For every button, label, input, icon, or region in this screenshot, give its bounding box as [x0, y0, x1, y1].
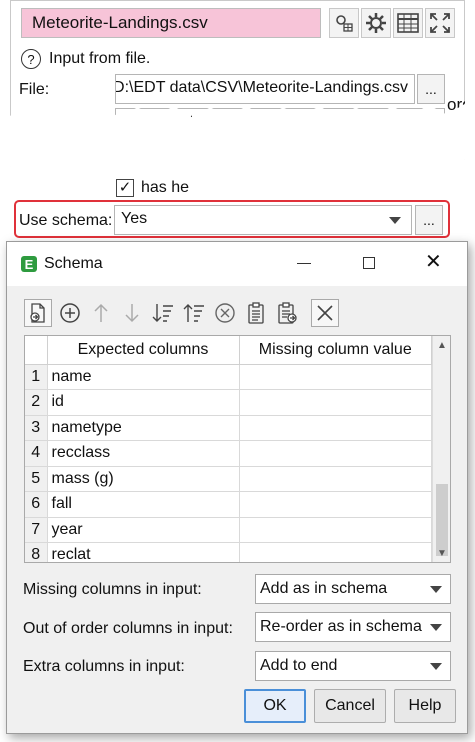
file-label: File: [19, 81, 50, 98]
use-schema-label: Use schema: [19, 212, 113, 229]
missing-value-header[interactable]: Missing column value [239, 336, 432, 365]
row-number: 4 [25, 440, 48, 467]
chevron-down-icon [430, 663, 442, 670]
missing-columns-value: Add as in schema [260, 580, 388, 597]
node-title[interactable]: Meteorite-Landings.csv [21, 8, 321, 38]
paste-replace-icon[interactable] [273, 299, 301, 327]
scroll-down-icon[interactable]: ▼ [437, 548, 447, 559]
missing-value-cell[interactable] [239, 491, 432, 518]
schema-dialog: E Schema ✕ Expected columns Missing colu… [6, 241, 468, 734]
table-scrollbar[interactable]: ▲ ▼ [432, 336, 450, 562]
extra-columns-select[interactable]: Add to end [255, 651, 451, 681]
missing-value-cell[interactable] [239, 440, 432, 467]
missing-value-cell[interactable] [239, 466, 432, 492]
expected-column-cell[interactable]: id [47, 389, 240, 416]
out-of-order-label: Out of order columns in input: [23, 620, 233, 637]
row-number-header [25, 336, 48, 365]
use-schema-select[interactable]: Yes [114, 205, 412, 235]
restore-icon[interactable] [363, 257, 375, 269]
ok-button[interactable]: OK [244, 689, 306, 723]
chevron-down-icon [430, 624, 442, 631]
row-number: 8 [25, 542, 48, 562]
row-number: 6 [25, 491, 48, 518]
missing-value-cell[interactable] [239, 542, 432, 562]
expected-column-cell[interactable]: nametype [47, 415, 240, 441]
input-node-panel: Meteorite-Landings.csv ? Input from file… [10, 0, 465, 118]
move-up-icon[interactable] [87, 299, 115, 327]
row-number: 1 [25, 364, 48, 390]
expected-columns-header[interactable]: Expected columns [47, 336, 240, 365]
dialog-title: Schema [44, 255, 103, 272]
schema-options-panel: ✓ has he Use schema: Yes ... [10, 159, 465, 240]
table-row[interactable]: 5 mass (g) [25, 466, 432, 492]
out-of-order-select[interactable]: Re-order as in schema [255, 612, 451, 642]
file-path-field[interactable]: D:\EDT data\CSV\Meteorite-Landings.csv [115, 74, 415, 104]
missing-value-cell[interactable] [239, 364, 432, 390]
maximize-icon[interactable] [425, 8, 455, 38]
import-schema-icon[interactable] [24, 299, 52, 327]
table-row[interactable]: 8 reclat [25, 542, 432, 562]
table-row[interactable]: 3 nametype [25, 415, 432, 441]
partial-label-right: ord [447, 95, 472, 114]
table-row[interactable]: 7 year [25, 517, 432, 543]
missing-value-cell[interactable] [239, 415, 432, 441]
row-number: 7 [25, 517, 48, 543]
extra-columns-value: Add to end [260, 657, 338, 674]
row-number: 3 [25, 415, 48, 441]
use-schema-value: Yes [121, 210, 148, 227]
move-down-icon[interactable] [118, 299, 146, 327]
chevron-down-icon [430, 586, 442, 593]
scroll-up-icon[interactable]: ▲ [437, 340, 447, 351]
expected-column-cell[interactable]: recclass [47, 440, 240, 467]
help-icon[interactable]: ? [21, 49, 41, 69]
schema-table: Expected columns Missing column value 1n… [24, 335, 451, 563]
column-settings-icon[interactable] [329, 8, 359, 38]
dialog-titlebar: E Schema ✕ [7, 242, 467, 286]
close-icon[interactable]: ✕ [425, 252, 442, 272]
expected-column-cell[interactable]: reclat [47, 542, 240, 562]
missing-value-cell[interactable] [239, 389, 432, 416]
expected-column-cell[interactable]: year [47, 517, 240, 543]
add-row-icon[interactable] [56, 299, 84, 327]
cancel-button[interactable]: Cancel [314, 689, 386, 723]
minimize-icon[interactable] [297, 263, 311, 264]
help-text: Input from file. [49, 50, 151, 67]
table-icon[interactable] [393, 8, 423, 38]
has-header-checkbox[interactable]: ✓ [116, 179, 134, 197]
extra-columns-label: Extra columns in input: [23, 658, 185, 675]
row-number: 2 [25, 389, 48, 416]
missing-columns-select[interactable]: Add as in schema [255, 574, 451, 604]
missing-columns-label: Missing columns in input: [23, 581, 202, 598]
clear-all-icon[interactable] [311, 299, 339, 327]
out-of-order-value: Re-order as in schema [260, 618, 422, 635]
missing-value-cell[interactable] [239, 517, 432, 543]
has-header-label: has he [141, 179, 190, 196]
table-row[interactable]: 4 recclass [25, 440, 432, 467]
table-row[interactable]: 6 fall [25, 491, 432, 518]
expected-column-cell[interactable]: mass (g) [47, 466, 240, 492]
help-button[interactable]: Help [394, 689, 456, 723]
browse-file-button[interactable]: ... [417, 74, 445, 104]
text-encoding-select[interactable]: d text [115, 108, 445, 118]
app-icon: E [21, 256, 37, 272]
sort-ascending-icon[interactable] [149, 299, 177, 327]
scrollbar-thumb[interactable] [436, 484, 448, 556]
edit-schema-button[interactable]: ... [415, 205, 443, 235]
row-number: 5 [25, 466, 48, 492]
table-row[interactable]: 2 id [25, 389, 432, 416]
gear-icon[interactable] [361, 8, 391, 38]
table-row[interactable]: 1 name [25, 364, 432, 390]
delete-row-icon[interactable] [211, 299, 239, 327]
expected-column-cell[interactable]: fall [47, 491, 240, 518]
expected-column-cell[interactable]: name [47, 364, 240, 390]
chevron-down-icon [389, 217, 401, 224]
paste-icon[interactable] [242, 299, 270, 327]
sort-descending-icon[interactable] [180, 299, 208, 327]
